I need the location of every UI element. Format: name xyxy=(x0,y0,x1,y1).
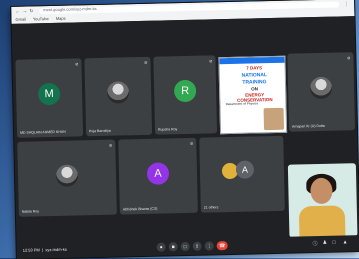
profile-photo xyxy=(309,76,333,100)
mic-off-icon: ⊘ xyxy=(144,59,148,65)
participant-tile[interactable]: ⊘ Nabila Roy xyxy=(17,139,117,217)
camera-icon[interactable]: ■ xyxy=(168,242,178,252)
mic-off-icon: ⊘ xyxy=(189,140,194,146)
back-icon[interactable]: ← xyxy=(15,9,20,15)
participant-tile[interactable]: ⊘ R Rupsha Roy xyxy=(153,55,218,135)
end-call-icon[interactable]: ☎ xyxy=(216,241,228,251)
avatar: R xyxy=(173,79,197,103)
reload-icon[interactable]: ↻ xyxy=(29,8,33,14)
participant-name: Arnapari Kr (U) Dutta xyxy=(291,123,325,129)
avatar: M xyxy=(37,82,61,106)
meeting-details: 12:59 PM | xyz-mdm-ks xyxy=(22,246,67,253)
browser-menu-icon[interactable]: ⋮ xyxy=(344,1,349,7)
mic-icon[interactable]: ● xyxy=(156,242,166,252)
avatar-initial: A xyxy=(154,167,162,180)
participant-name: Rupsha Roy xyxy=(157,127,178,132)
mic-off-icon: ⊘ xyxy=(209,58,213,64)
forward-icon[interactable]: → xyxy=(22,9,27,15)
avatar-initial: R xyxy=(181,84,190,98)
people-icon[interactable]: ♟ xyxy=(323,240,328,246)
others-count: 21 others xyxy=(203,205,219,210)
meeting-area: ⊘ M MD SAQLAIN AHMED KHAN ⊘ Puja Barodiy… xyxy=(11,16,359,259)
participant-tile[interactable]: ⊘ Arnapari Kr (U) Dutta xyxy=(287,52,356,132)
slide-photo xyxy=(263,107,285,131)
avatar: A xyxy=(235,160,255,179)
activities-icon[interactable]: ▲ xyxy=(343,239,348,245)
bookmarks-bar: Gmail YouTube Maps xyxy=(15,16,71,22)
slide-line: 7 DAYS xyxy=(246,65,263,71)
video-person-body xyxy=(298,205,346,238)
self-view-video xyxy=(287,163,358,238)
chat-icon[interactable]: □ xyxy=(333,240,336,246)
video-person-face xyxy=(310,177,333,205)
laptop-screen: ← → ↻ meet.google.com/xyz-mdm-ks ⋮ Gmail… xyxy=(11,0,359,259)
participant-name: MD SAQLAIN AHMED KHAN xyxy=(19,129,66,135)
avatar: A xyxy=(146,162,170,185)
slide-line: Department of Physics xyxy=(225,101,259,107)
mic-off-icon: ⊘ xyxy=(75,61,79,67)
profile-photo xyxy=(55,164,79,187)
clock-time: 12:59 PM xyxy=(22,247,40,253)
info-icon[interactable]: ⓘ xyxy=(313,240,318,247)
address-bar[interactable]: meet.google.com/xyz-mdm-ks xyxy=(39,1,340,15)
meeting-code: xyz-mdm-ks xyxy=(45,246,67,253)
slide-line: TRAINING xyxy=(242,79,267,86)
avatar-initial: M xyxy=(44,87,54,101)
slide-line: NATIONAL xyxy=(241,72,268,79)
participant-tile[interactable]: ⊘ A Abhishek Biswas (CS) xyxy=(118,137,198,215)
participant-name: Puja Barodiya xyxy=(88,128,111,134)
more-icon[interactable]: ⋮ xyxy=(204,241,214,251)
captions-icon[interactable]: □ xyxy=(180,241,190,252)
others-tile[interactable]: A 21 others xyxy=(199,135,285,213)
mic-off-icon: ⊘ xyxy=(347,55,351,61)
participant-tile[interactable]: ⊘ Puja Barodiya xyxy=(84,56,153,137)
profile-photo xyxy=(106,81,130,104)
meeting-control-bar: 12:59 PM | xyz-mdm-ks ● ■ □ ⇧ ⋮ ☎ ⓘ ♟ □ … xyxy=(16,235,359,259)
mic-off-icon: ⊘ xyxy=(108,142,113,148)
presentation-tile[interactable]: 7 DAYS NATIONAL TRAINING ON ENERGY CONSE… xyxy=(218,55,288,135)
participant-name: Nabila Roy xyxy=(21,209,40,214)
bookmark-maps[interactable]: Maps xyxy=(56,16,66,21)
avatar-initial: A xyxy=(241,164,249,175)
participant-name: Abhishek Biswas (CS) xyxy=(122,206,158,212)
present-icon[interactable]: ⇧ xyxy=(192,241,202,251)
url-text: meet.google.com/xyz-mdm-ks xyxy=(43,5,97,13)
participant-tile[interactable]: ⊘ M MD SAQLAIN AHMED KHAN xyxy=(15,58,84,138)
bookmark-gmail[interactable]: Gmail xyxy=(15,17,26,22)
bookmark-youtube[interactable]: YouTube xyxy=(33,16,49,21)
slide-header xyxy=(219,56,285,65)
